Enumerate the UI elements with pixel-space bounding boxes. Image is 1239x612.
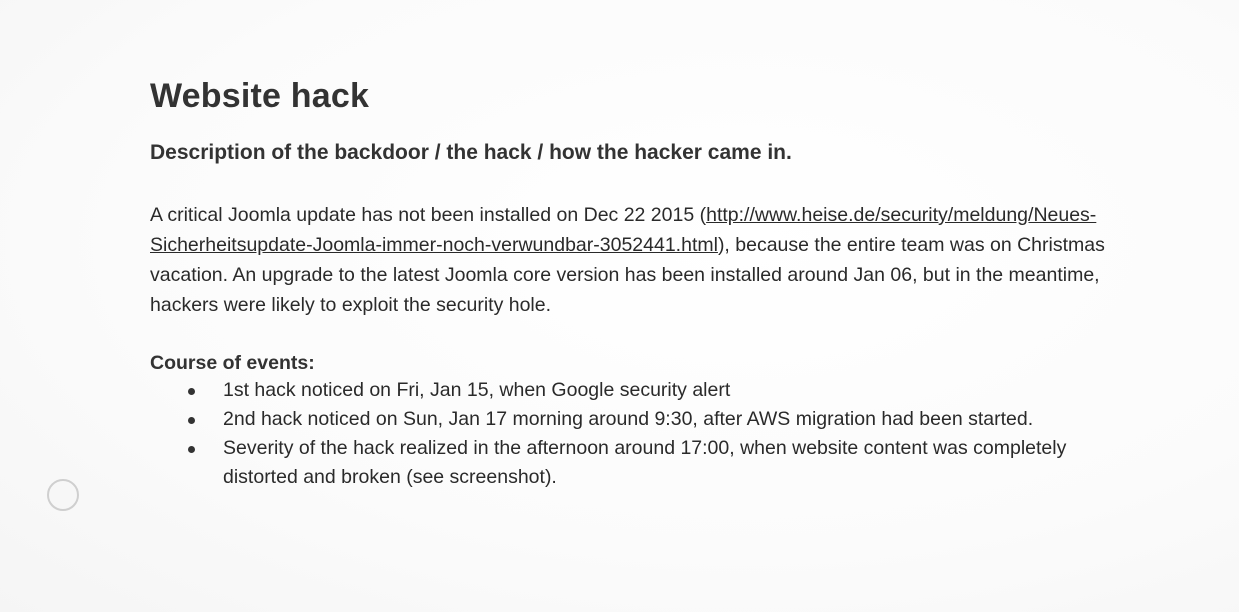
events-list: 1st hack noticed on Fri, Jan 15, when Go… [150, 376, 1150, 492]
event-text: 1st hack noticed on Fri, Jan 15, when Go… [223, 379, 731, 401]
list-item: 2nd hack noticed on Sun, Jan 17 morning … [150, 405, 1103, 434]
bullet-icon [188, 417, 195, 424]
bullet-icon [188, 446, 195, 453]
document-body: Website hack Description of the backdoor… [150, 74, 1150, 492]
bullet-icon [188, 388, 195, 395]
scanned-page: Website hack Description of the backdoor… [0, 0, 1239, 612]
event-text: Severity of the hack realized in the aft… [223, 437, 1067, 488]
paragraph-text-before-link: A critical Joomla update has not been in… [150, 204, 707, 226]
list-item: 1st hack noticed on Fri, Jan 15, when Go… [150, 376, 1103, 405]
punch-hole-mark [47, 479, 79, 511]
events-heading: Course of events: [150, 352, 315, 374]
description-paragraph: A critical Joomla update has not been in… [150, 200, 1110, 320]
section-subtitle: Description of the backdoor / the hack /… [150, 141, 792, 164]
page-title: Website hack [150, 77, 370, 115]
event-text: 2nd hack noticed on Sun, Jan 17 morning … [223, 408, 1034, 430]
list-item: Severity of the hack realized in the aft… [150, 434, 1103, 492]
